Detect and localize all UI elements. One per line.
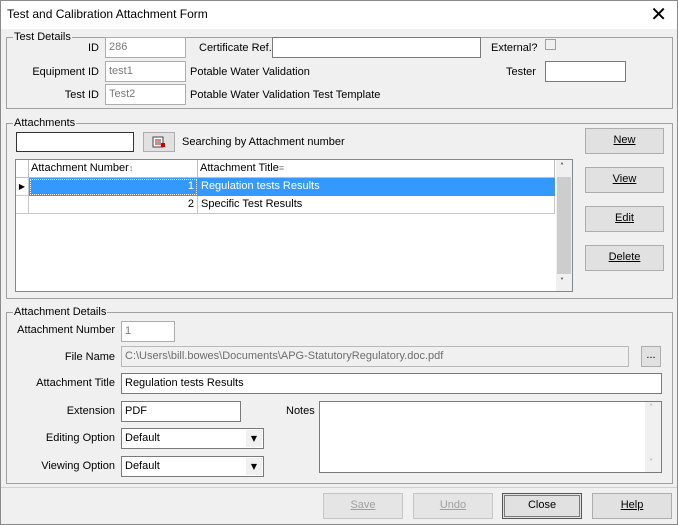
attachment-details-legend: Attachment Details bbox=[13, 306, 108, 318]
row-indicator: ▶ bbox=[16, 178, 29, 196]
close-icon[interactable]: ✕ bbox=[650, 3, 667, 25]
test-id-label: Test ID bbox=[64, 89, 99, 101]
search-status-text: Searching by Attachment number bbox=[182, 136, 345, 148]
tester-field[interactable] bbox=[545, 61, 626, 82]
attachment-title-cell[interactable]: Specific Test Results bbox=[198, 196, 555, 214]
column-header-attachment-title[interactable]: Attachment Title≡ bbox=[198, 160, 555, 178]
edit-button[interactable]: Edit bbox=[585, 206, 664, 232]
notes-scrollbar[interactable]: ˄ ˅ bbox=[645, 402, 661, 472]
scroll-up-icon[interactable]: ˄ bbox=[649, 403, 653, 412]
notes-label: Notes bbox=[286, 405, 315, 417]
notes-textarea[interactable] bbox=[319, 401, 662, 473]
grid-corner-header bbox=[16, 160, 29, 178]
attachments-grid[interactable]: Attachment Number↕ Attachment Title≡ ▶ 1… bbox=[15, 159, 573, 292]
viewing-option-label: Viewing Option bbox=[41, 460, 115, 472]
list-search-icon bbox=[152, 136, 165, 148]
grid-vertical-scrollbar[interactable]: ˄ ˅ bbox=[556, 160, 572, 291]
chevron-down-icon[interactable]: ▼ bbox=[246, 458, 262, 475]
undo-button[interactable]: Undo bbox=[413, 493, 493, 519]
file-name-label: File Name bbox=[64, 351, 115, 363]
new-button-label: New bbox=[613, 134, 636, 146]
viewing-option-select[interactable]: Default ▼ bbox=[121, 456, 264, 477]
delete-button[interactable]: Delete bbox=[585, 245, 664, 271]
tester-label: Tester bbox=[506, 66, 536, 78]
editing-option-value: Default bbox=[125, 432, 160, 444]
external-label: External? bbox=[491, 42, 538, 54]
editing-option-label: Editing Option bbox=[45, 432, 115, 444]
edit-button-label: Edit bbox=[615, 212, 634, 224]
attachment-number-label: Attachment Number bbox=[17, 324, 115, 336]
id-label: ID bbox=[88, 42, 99, 54]
save-button[interactable]: Save bbox=[323, 493, 403, 519]
close-button-label: Close bbox=[527, 499, 557, 511]
column-header-label: Attachment Title bbox=[200, 162, 279, 174]
equipment-id-field[interactable]: test1 bbox=[105, 61, 186, 82]
scroll-up-icon[interactable]: ˄ bbox=[560, 162, 564, 171]
id-field[interactable]: 286 bbox=[105, 37, 186, 58]
table-row[interactable]: 2 Specific Test Results bbox=[16, 196, 555, 214]
test-description: Potable Water Validation Test Template bbox=[190, 89, 381, 101]
certificate-ref-field[interactable] bbox=[272, 37, 481, 58]
attachments-legend: Attachments bbox=[13, 117, 77, 129]
equipment-description: Potable Water Validation bbox=[190, 66, 310, 78]
help-button[interactable]: Help bbox=[592, 493, 672, 519]
equipment-id-label: Equipment ID bbox=[32, 66, 99, 78]
chevron-down-icon[interactable]: ▼ bbox=[246, 430, 262, 447]
attachment-form-window: Test and Calibration Attachment Form ✕ T… bbox=[0, 0, 678, 525]
browse-button[interactable]: ... bbox=[641, 346, 661, 367]
external-checkbox[interactable] bbox=[545, 39, 556, 50]
footer-divider bbox=[1, 487, 677, 488]
table-row[interactable]: ▶ 1 Regulation tests Results bbox=[16, 178, 555, 196]
save-button-label: Save bbox=[350, 499, 376, 511]
certificate-ref-label: Certificate Ref. bbox=[199, 42, 272, 54]
browse-button-label: ... bbox=[646, 349, 656, 361]
help-button-label: Help bbox=[620, 499, 644, 511]
scroll-down-icon[interactable]: ˅ bbox=[649, 458, 653, 467]
attachment-title-field[interactable]: Regulation tests Results bbox=[121, 373, 662, 394]
attachment-search-input[interactable] bbox=[16, 132, 134, 152]
attachment-number-cell[interactable]: 2 bbox=[29, 196, 198, 214]
editing-option-select[interactable]: Default ▼ bbox=[121, 428, 264, 449]
attachment-title-cell[interactable]: Regulation tests Results bbox=[198, 178, 555, 196]
title-bar[interactable]: Test and Calibration Attachment Form ✕ bbox=[1, 1, 677, 29]
extension-label: Extension bbox=[66, 405, 115, 417]
test-id-field[interactable]: Test2 bbox=[105, 84, 186, 105]
column-header-label: Attachment Number bbox=[31, 162, 129, 174]
sort-icon: ↕ bbox=[128, 163, 134, 173]
viewing-option-value: Default bbox=[125, 460, 160, 472]
scroll-thumb[interactable] bbox=[557, 177, 571, 274]
column-header-attachment-number[interactable]: Attachment Number↕ bbox=[29, 160, 198, 178]
delete-button-label: Delete bbox=[608, 251, 641, 263]
view-button[interactable]: View bbox=[585, 167, 664, 193]
attachment-number-cell[interactable]: 1 bbox=[29, 178, 198, 196]
new-button[interactable]: New bbox=[585, 128, 664, 154]
window-title: Test and Calibration Attachment Form bbox=[7, 7, 208, 21]
close-button[interactable]: Close bbox=[502, 493, 582, 519]
sort-icon: ≡ bbox=[278, 163, 285, 173]
view-button-label: View bbox=[612, 173, 637, 185]
attachment-title-label: Attachment Title bbox=[36, 377, 115, 389]
attachment-number-field[interactable]: 1 bbox=[121, 321, 175, 342]
extension-field[interactable]: PDF bbox=[121, 401, 241, 422]
search-mode-button[interactable] bbox=[143, 132, 175, 152]
row-indicator bbox=[16, 196, 29, 214]
scroll-down-icon[interactable]: ˅ bbox=[560, 277, 564, 286]
file-name-field[interactable]: C:\Users\bill.bowes\Documents\APG-Statut… bbox=[121, 346, 629, 367]
undo-button-label: Undo bbox=[439, 499, 467, 511]
